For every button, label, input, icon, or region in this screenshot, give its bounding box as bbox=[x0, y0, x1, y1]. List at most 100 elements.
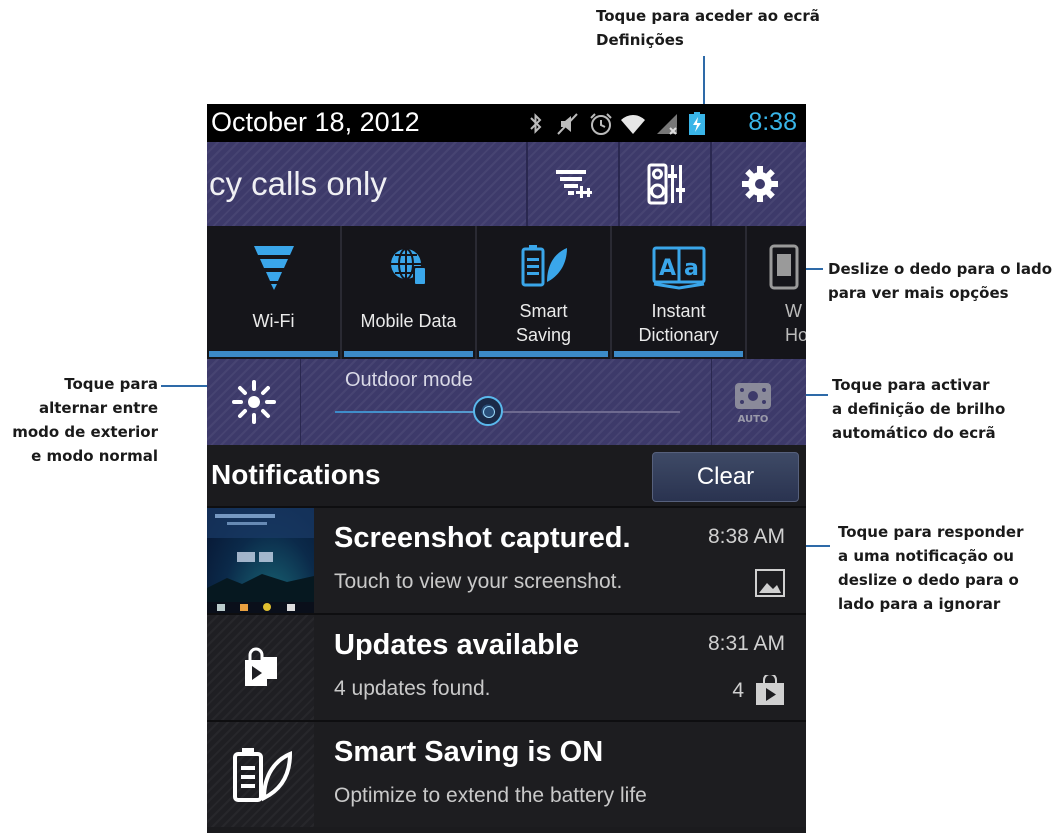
outdoor-mode-label: Outdoor mode bbox=[345, 369, 473, 391]
bluetooth-icon bbox=[530, 113, 542, 134]
tile-hotspot-label: W Hot bbox=[785, 301, 806, 345]
alarm-icon bbox=[590, 113, 612, 135]
settings-button[interactable] bbox=[710, 142, 806, 226]
dictionary-icon: Aa bbox=[652, 246, 705, 290]
brightness-row: Outdoor mode AUTO bbox=[207, 359, 806, 445]
notification-subtitle: Touch to view your screenshot. bbox=[334, 570, 623, 593]
screenshot-thumbnail bbox=[207, 508, 314, 613]
quick-settings-header: cy calls only bbox=[207, 142, 806, 226]
notification-updates[interactable]: Updates available 4 updates found. 8:31 … bbox=[207, 613, 806, 720]
status-bar: October 18, 2012 8:38 bbox=[207, 104, 806, 142]
tile-hotspot-partial[interactable]: W Hot bbox=[747, 226, 806, 359]
quick-tiles-row: Wi-Fi Mobile Data Smart Saving A a Insta… bbox=[207, 226, 806, 359]
wifi-funnel-icon bbox=[253, 246, 294, 290]
notifications-title: Notifications bbox=[211, 459, 381, 490]
callout-notification-line-4: lado para a ignorar bbox=[838, 595, 1001, 613]
callout-outdoor-line-1: Toque para bbox=[64, 375, 158, 393]
play-store-bag-icon bbox=[244, 647, 277, 686]
callout-notification-line-3: deslize o dedo para o bbox=[838, 571, 1019, 589]
callout-settings: Toque para aceder ao ecrã Definições bbox=[596, 4, 820, 52]
tile-wifi-label: Wi-Fi bbox=[252, 311, 295, 331]
tile-hotspot-icon-wrap bbox=[747, 242, 806, 292]
callout-outdoor-line-3: modo de exterior bbox=[12, 423, 158, 441]
clear-button[interactable]: Clear bbox=[652, 452, 799, 502]
tile-wifi-icon-wrap bbox=[207, 242, 340, 292]
wifi-icon bbox=[621, 115, 645, 134]
notification-side-info: 4 bbox=[732, 675, 786, 707]
no-sim-icon bbox=[657, 114, 677, 135]
callout-settings-line-2: Definições bbox=[596, 31, 684, 49]
notification-time: 8:38 AM bbox=[707, 525, 785, 548]
notification-title: Updates available bbox=[334, 629, 579, 661]
carrier-text: cy calls only bbox=[209, 165, 387, 202]
updates-icon-area bbox=[207, 615, 314, 720]
brightness-divider-right bbox=[711, 359, 712, 445]
tile-mobile-data-icon-wrap bbox=[342, 242, 475, 292]
callout-swipe: Deslize o dedo para o lado para ver mais… bbox=[828, 257, 1052, 305]
audio-wizard-icon bbox=[647, 163, 685, 205]
callout-outdoor-line-2: alternar entre bbox=[38, 399, 158, 417]
notification-subtitle: 4 updates found. bbox=[334, 677, 491, 700]
mute-icon bbox=[557, 113, 578, 135]
callout-auto-line-1: Toque para activar bbox=[832, 376, 990, 394]
tile-instant-dictionary[interactable]: Aa Instant Dictionary bbox=[612, 226, 747, 359]
notification-subtitle: Optimize to extend the battery life bbox=[334, 784, 647, 807]
notification-title: Smart Saving is ON bbox=[334, 736, 604, 768]
tile-smart-saving-icon-wrap bbox=[477, 242, 610, 292]
callout-settings-line-1: Toque para aceder ao ecrã bbox=[596, 7, 820, 25]
tile-instant-dictionary-label: Instant Dictionary bbox=[638, 301, 719, 345]
callout-outdoor-line-4: e modo normal bbox=[31, 447, 158, 465]
mobile-data-icon bbox=[390, 248, 427, 286]
brightness-slider-track[interactable] bbox=[335, 411, 680, 413]
smart-saving-icon bbox=[521, 245, 567, 287]
notification-time: 8:31 AM bbox=[707, 632, 785, 655]
notification-side-info bbox=[754, 568, 786, 598]
notification-screenshot[interactable]: Screenshot captured. Touch to view your … bbox=[207, 506, 806, 613]
status-date: October 18, 2012 bbox=[211, 107, 420, 137]
outdoor-mode-button[interactable] bbox=[207, 359, 300, 445]
update-count: 4 bbox=[732, 679, 744, 702]
tile-smart-saving-active-bar bbox=[479, 351, 608, 357]
svg-text:A: A bbox=[659, 256, 676, 281]
auto-brightness-button[interactable]: AUTO bbox=[732, 381, 774, 425]
smart-saving-notif-icon-area bbox=[207, 722, 314, 827]
callout-auto-line-3: automático do ecrã bbox=[832, 424, 996, 442]
auto-brightness-icon bbox=[735, 383, 771, 409]
tile-wifi[interactable]: Wi-Fi bbox=[207, 226, 342, 359]
thumbnail-landscape-icon bbox=[207, 508, 314, 613]
tile-mobile-data[interactable]: Mobile Data bbox=[342, 226, 477, 359]
callout-auto-brightness: Toque para activar a definição de brilho… bbox=[832, 373, 1005, 445]
svg-text:a: a bbox=[684, 256, 699, 281]
brightness-sun-icon bbox=[231, 380, 276, 424]
callout-notification-line-1: Toque para responder bbox=[838, 523, 1024, 541]
hotspot-icon bbox=[769, 244, 799, 290]
brightness-divider-left bbox=[300, 359, 301, 445]
callout-swipe-line-2: para ver mais opções bbox=[828, 284, 1009, 302]
status-time: 8:38 bbox=[748, 108, 797, 136]
callout-swipe-line-1: Deslize o dedo para o lado bbox=[828, 260, 1053, 278]
notification-title: Screenshot captured. bbox=[334, 522, 631, 554]
auto-brightness-label: AUTO bbox=[737, 414, 769, 425]
battery-charging-icon bbox=[689, 112, 705, 135]
audio-wizard-button[interactable] bbox=[618, 142, 712, 226]
callout-settings-pointer bbox=[703, 56, 705, 104]
callout-auto-line-2: a definição de brilho bbox=[832, 400, 1006, 418]
settings-gear-icon bbox=[742, 166, 778, 202]
notifications-header: Notifications Clear bbox=[207, 445, 806, 506]
quick-settings-button[interactable] bbox=[526, 142, 620, 226]
tile-wifi-active-bar bbox=[209, 351, 338, 357]
tile-instant-dictionary-active-bar bbox=[614, 351, 743, 357]
battery-leaf-icon bbox=[232, 747, 292, 802]
notification-smart-saving[interactable]: Smart Saving is ON Optimize to extend th… bbox=[207, 720, 806, 827]
callout-notification-line-2: a uma notificação ou bbox=[838, 547, 1014, 565]
callout-notification: Toque para responder a uma notificação o… bbox=[838, 520, 1024, 616]
tile-mobile-data-active-bar bbox=[344, 351, 473, 357]
tile-smart-saving[interactable]: Smart Saving bbox=[477, 226, 612, 359]
notification-panel: October 18, 2012 8:38 cy calls only Wi-F… bbox=[207, 104, 806, 833]
callout-outdoor-pointer bbox=[161, 385, 207, 387]
quick-settings-icon bbox=[556, 170, 592, 198]
play-store-small-icon bbox=[756, 675, 784, 705]
brightness-slider-knob[interactable] bbox=[473, 396, 503, 426]
callout-outdoor: Toque para alternar entre modo de exteri… bbox=[0, 372, 158, 468]
tile-dictionary-icon-wrap: Aa bbox=[612, 242, 745, 292]
